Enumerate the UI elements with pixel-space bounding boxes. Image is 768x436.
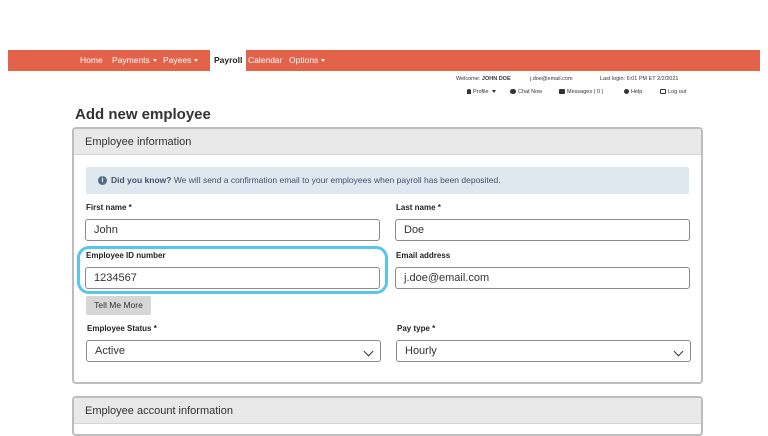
profile-menu[interactable]: Profile xyxy=(467,89,496,95)
nav-options-label: Options xyxy=(289,55,319,65)
account-info-panel: Employee account information xyxy=(72,396,703,436)
logout-link[interactable]: Log out xyxy=(660,89,686,95)
help-label: Help xyxy=(631,89,643,95)
welcome-text: Welcome: JOHN DOE xyxy=(456,76,511,82)
last-login: Last login: 6:01 PM ET 2/2/2021 xyxy=(600,76,679,82)
nav-calendar[interactable]: Calendar xyxy=(248,50,283,71)
chevron-down-icon xyxy=(321,59,326,63)
nav-payees-label: Payees xyxy=(163,55,192,65)
notice-text: Did you know? We will send a confirmatio… xyxy=(111,175,501,185)
pay-type-label: Pay type * xyxy=(397,324,436,333)
pay-type-value: Hourly xyxy=(405,345,437,357)
nav-home[interactable]: Home xyxy=(80,50,103,71)
nav-payroll[interactable]: Payroll xyxy=(210,50,247,71)
chat-now-link[interactable]: Chat Now xyxy=(510,89,542,95)
employee-id-highlight xyxy=(77,246,388,294)
chevron-down-icon xyxy=(194,59,199,63)
notice-bold: Did you know? xyxy=(111,175,172,185)
last-name-input[interactable]: Doe xyxy=(395,219,690,241)
user-email: j.doe@email.com xyxy=(530,76,573,82)
nav-payments-label: Payments xyxy=(112,55,150,65)
email-label: Email address xyxy=(396,251,451,260)
user-name: JOHN DOE xyxy=(481,76,511,82)
pay-type-select[interactable]: Hourly xyxy=(396,340,691,362)
messages-label: Messages ( 0 ) xyxy=(567,89,604,95)
employee-status-value: Active xyxy=(95,345,125,357)
account-info-heading: Employee account information xyxy=(74,398,701,424)
chat-label: Chat Now xyxy=(518,89,543,95)
profile-label: Profile xyxy=(473,89,489,95)
main-nav: Home Payments Payees Payroll Calendar Op… xyxy=(8,50,760,71)
page-title: Add new employee xyxy=(75,106,211,123)
notice-body: We will send a confirmation email to you… xyxy=(171,175,501,185)
chevron-down-icon xyxy=(673,346,684,357)
email-input[interactable]: j.doe@email.com xyxy=(395,267,690,289)
user-icon xyxy=(467,89,471,95)
nav-payments[interactable]: Payments xyxy=(112,50,157,71)
welcome-label: Welcome: xyxy=(456,76,481,82)
tell-me-more-button[interactable]: Tell Me More xyxy=(86,296,151,315)
employee-status-select[interactable]: Active xyxy=(86,340,381,362)
chevron-down-icon xyxy=(152,59,157,63)
nav-options[interactable]: Options xyxy=(289,50,326,71)
envelope-icon xyxy=(559,89,565,95)
last-name-label: Last name * xyxy=(396,203,441,212)
help-link[interactable]: Help xyxy=(624,89,642,95)
nav-payees[interactable]: Payees xyxy=(163,50,199,71)
chevron-down-icon xyxy=(363,346,374,357)
logout-icon xyxy=(660,89,666,95)
messages-link[interactable]: Messages ( 0 ) xyxy=(559,89,603,95)
employee-info-heading: Employee information xyxy=(74,129,701,155)
chevron-down-icon xyxy=(491,90,496,94)
first-name-label: First name * xyxy=(86,203,132,212)
notice-box: i Did you know? We will send a confirmat… xyxy=(86,167,689,194)
question-icon xyxy=(624,89,629,95)
chat-icon xyxy=(510,89,516,95)
info-icon: i xyxy=(98,176,107,185)
first-name-input[interactable]: John xyxy=(85,219,380,241)
employee-status-label: Employee Status * xyxy=(87,324,157,333)
logout-label: Log out xyxy=(668,89,687,95)
